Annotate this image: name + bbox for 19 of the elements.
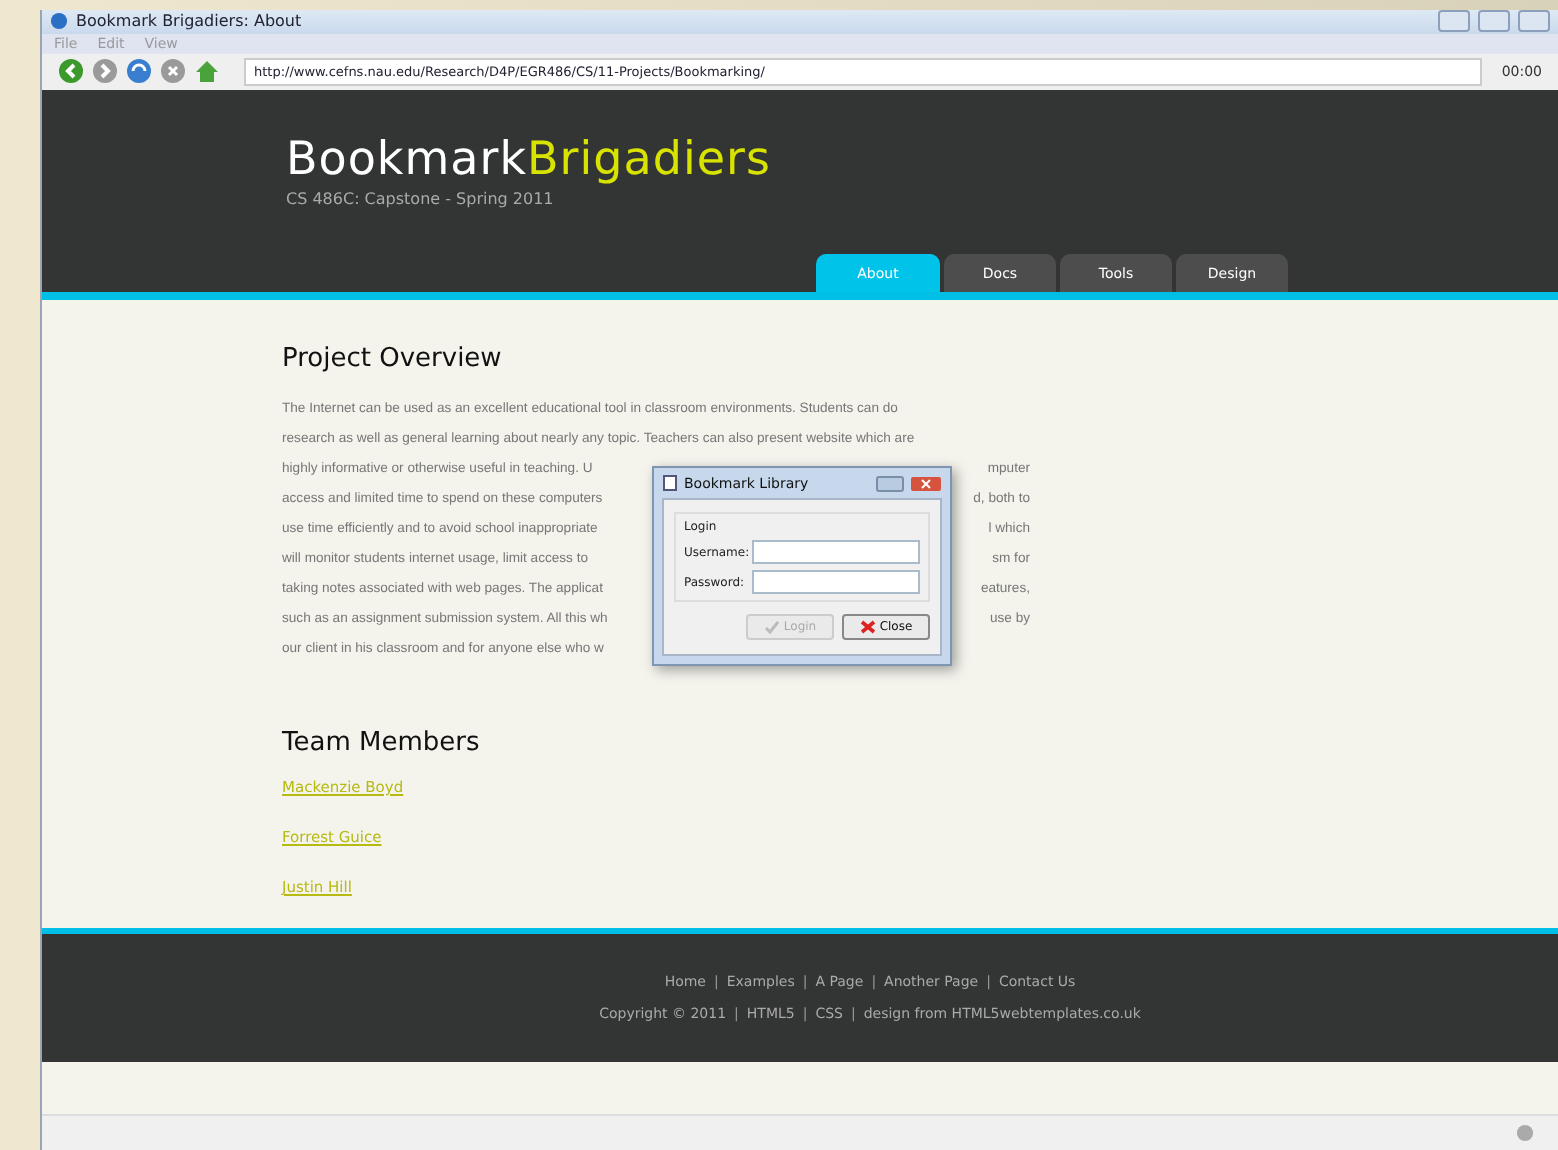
window-title: Bookmark Brigadiers: About <box>76 12 304 31</box>
maximize-button[interactable] <box>1478 10 1510 33</box>
minimize-button[interactable] <box>1438 10 1470 33</box>
home-icon[interactable] <box>194 58 220 85</box>
check-icon <box>763 620 780 634</box>
forward-icon[interactable] <box>92 58 118 85</box>
refresh-icon[interactable] <box>126 58 152 85</box>
back-icon[interactable] <box>58 58 84 85</box>
restore-button[interactable] <box>1518 10 1550 33</box>
site-subtitle: CS 486C: Capstone - Spring 2011 <box>286 190 556 208</box>
password-field[interactable] <box>752 570 920 594</box>
help-button[interactable] <box>876 475 904 491</box>
stop-icon[interactable] <box>160 58 186 85</box>
username-field[interactable] <box>752 540 920 564</box>
close-icon <box>859 620 876 634</box>
section-heading: Project Overview <box>282 344 504 374</box>
site-logo: BookmarkBrigadiers <box>286 134 773 186</box>
close-button[interactable] <box>910 475 942 491</box>
section-heading: Team Members <box>282 728 482 758</box>
